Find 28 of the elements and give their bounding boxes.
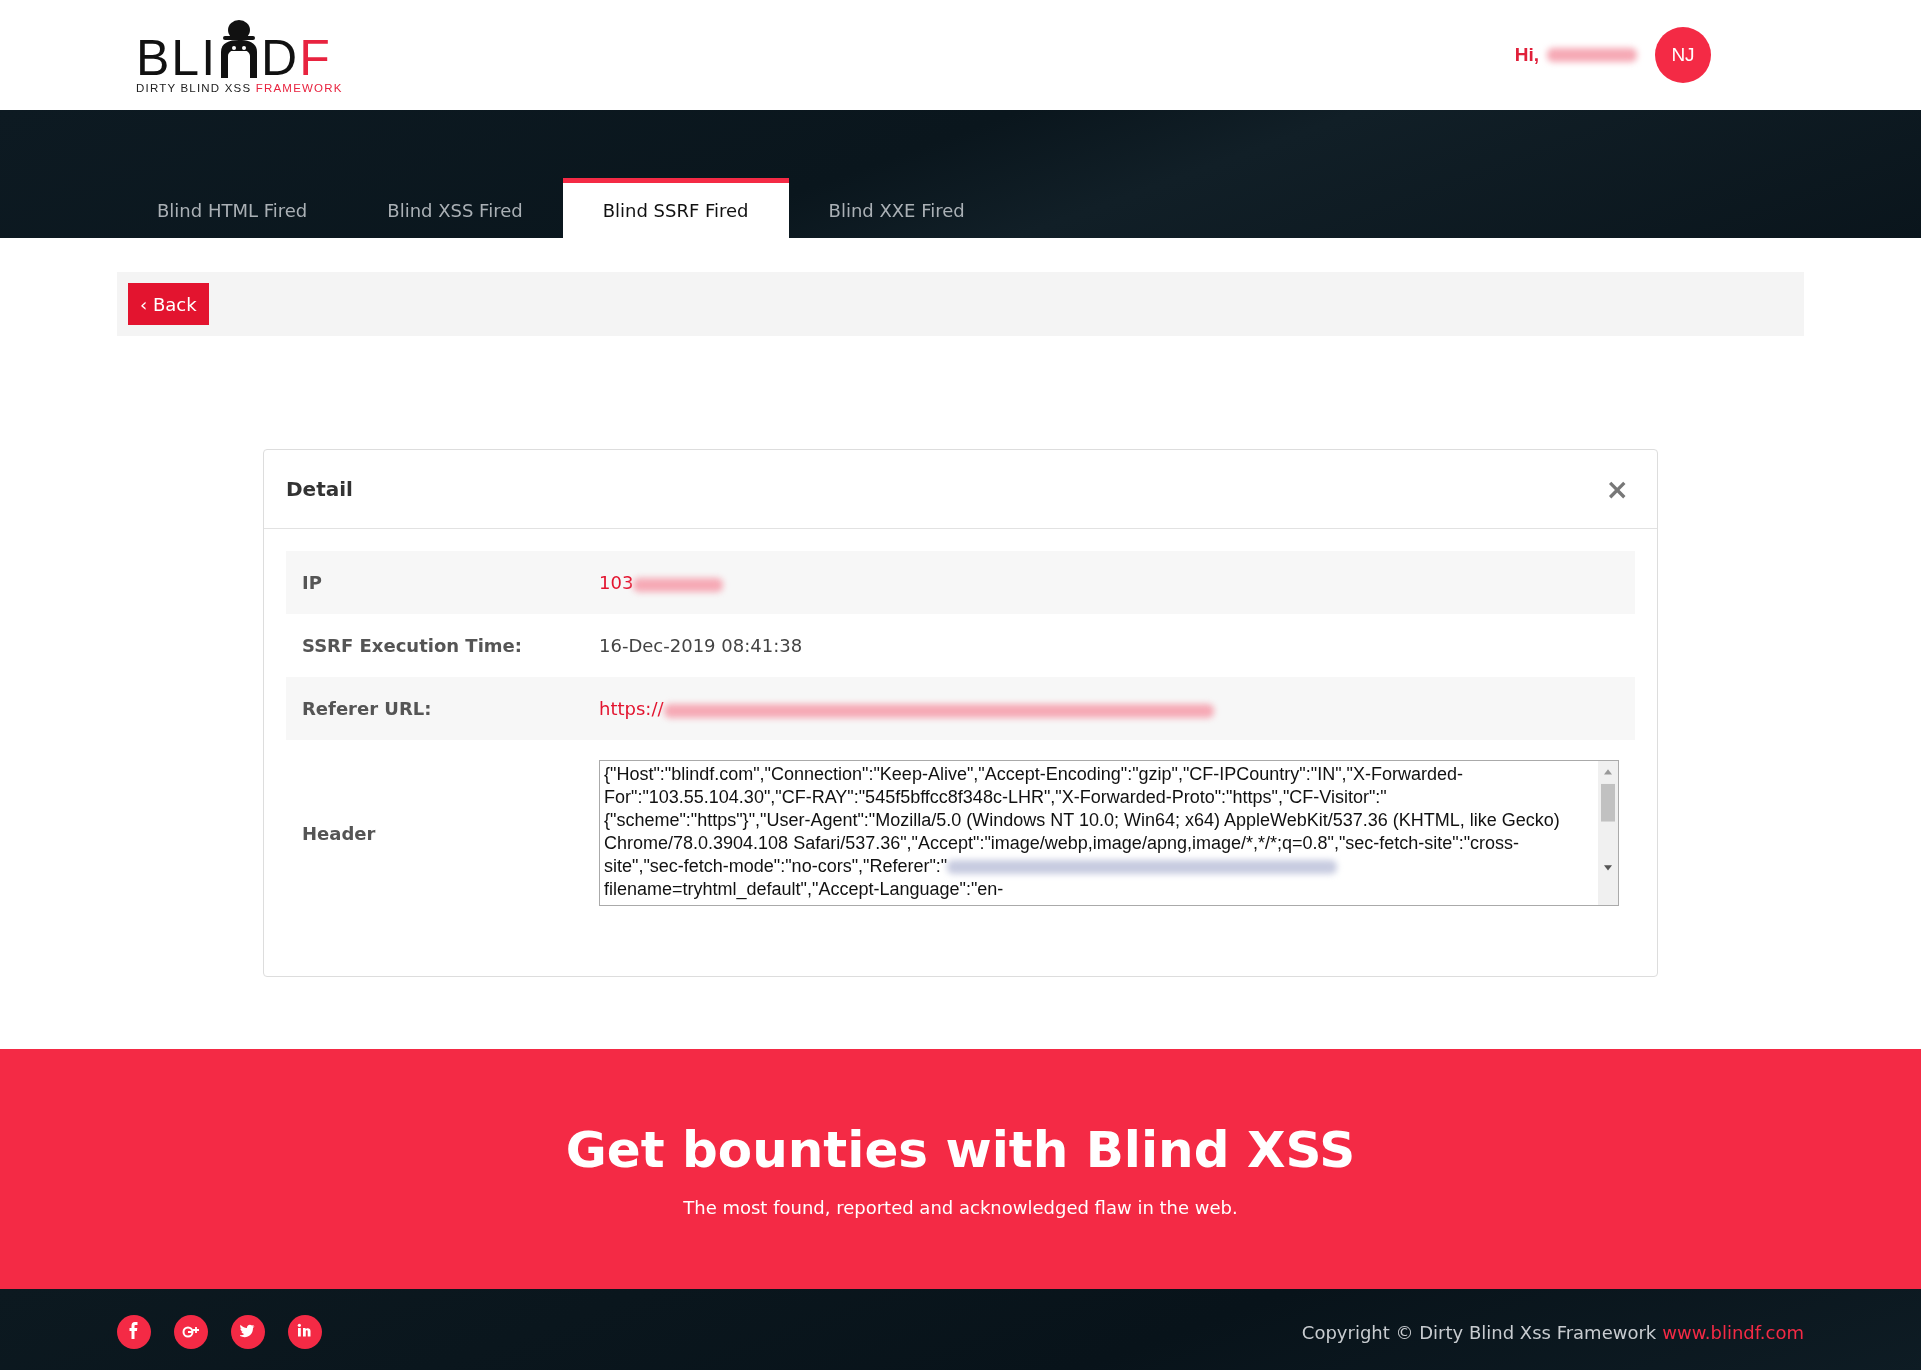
field-label: IP	[302, 572, 323, 593]
field-label: Header	[302, 822, 377, 844]
linkedin-icon[interactable]	[288, 1315, 322, 1349]
website-link[interactable]: www.blindf.com	[1662, 1321, 1804, 1343]
close-button[interactable]: ×	[1599, 471, 1635, 507]
header-textarea[interactable]: {"Host":"blindf.com","Connection":"Keep-Alive","Accept-Encoding":"gzip","CF-IPCountry":"IN","X-Forwarded-For":"103.55.104.30","CF-RAY":"545f5bffcc8f348c-LHR","X-Forwarded-Proto":"https","CF-Visitor":"{"scheme":"https"}","User-Agent":"Mozilla/5.0 (Windows NT 10.0; Win64; x64) AppleWebKit/537.36 (KHTML, like Gecko) Chrome/78.0.3904.108 Safari/537.36","Accept":"image/webp,image/apng,image/*,*/*;q=0.8","sec-fetch-site":"cross-site","sec-fetch-mode":"no-cors","Referer":" filename=tryhtml_default","Accept-Language":"en-	[599, 760, 1619, 906]
field-label: Referer URL:	[302, 698, 433, 719]
field-value: 103	[599, 572, 634, 593]
banner-title: Get bounties with Blind XSS	[565, 1120, 1356, 1179]
tab[interactable]: Blind SSRF Fired	[562, 178, 789, 238]
field-value: 16-Dec-2019 08:41:38	[599, 635, 803, 656]
tab[interactable]: Blind XXE Fired	[788, 178, 1005, 238]
card-title: Detail	[286, 477, 353, 501]
tab[interactable]: Blind XSS Fired	[347, 178, 563, 238]
field-value: https://	[599, 698, 664, 719]
copyright-text: Copyright © Dirty Blind Xss Framework	[1301, 1321, 1657, 1343]
logo-wordmark: DF	[261, 36, 332, 80]
user-avatar[interactable]: NJ	[1655, 27, 1711, 83]
logo-tagline: DIRTY BLIND XSS FRAMEWORK	[136, 82, 343, 94]
banner-subtitle: The most found, reported and acknowledged flaw in the web.	[683, 1196, 1238, 1218]
logo-wordmark: BLI	[136, 36, 218, 80]
google-plus-icon[interactable]	[174, 1315, 208, 1349]
greeting: Hi,	[1514, 44, 1539, 66]
back-button[interactable]: ‹ Back	[128, 283, 209, 325]
twitter-icon[interactable]	[231, 1315, 265, 1349]
tab[interactable]: Blind HTML Fired	[117, 178, 348, 238]
facebook-icon[interactable]	[117, 1315, 151, 1349]
field-label: SSRF Execution Time:	[302, 635, 523, 656]
